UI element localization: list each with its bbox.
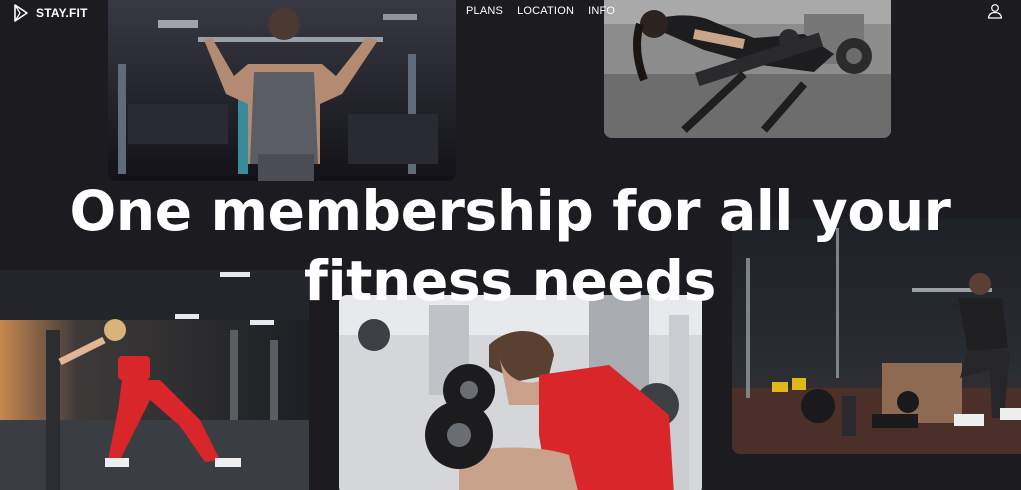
top-navigation: STAY.FIT PLANS LOCATION INFO [0,0,1021,26]
hero-headline: One membership for all your fitness need… [69,179,951,313]
nav-link-info[interactable]: INFO [588,5,615,17]
nav-link-location[interactable]: LOCATION [517,5,574,17]
nav-link-plans[interactable]: PLANS [466,5,503,17]
user-icon[interactable] [987,3,1003,19]
nav-menu: PLANS LOCATION INFO [466,5,615,17]
play-triangle-icon [13,3,29,23]
brand-logo[interactable]: STAY.FIT [13,3,88,23]
photo-dumbbell-curl [339,295,702,490]
landing-page: STAY.FIT PLANS LOCATION INFO One members… [0,0,1021,490]
brand-name: STAY.FIT [36,6,88,20]
photo-lat-pulldown [108,0,456,181]
